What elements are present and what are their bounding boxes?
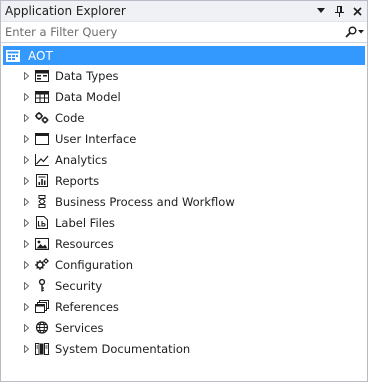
aot-tree: AOT Data Types Data Model Code User Inte…	[1, 43, 367, 359]
close-icon	[352, 6, 362, 16]
filter-query-input[interactable]	[5, 25, 341, 39]
tree-item-label: Analytics	[55, 152, 108, 167]
tree-item-label: Business Process and Workflow	[55, 194, 235, 209]
analytics-icon	[35, 153, 49, 167]
system-documentation-icon	[35, 342, 49, 356]
tree-item-label: Security	[55, 278, 103, 293]
expand-arrow-icon[interactable]	[21, 343, 31, 355]
tree-item-reports[interactable]: Reports	[1, 170, 367, 191]
tree-item-label: Configuration	[55, 257, 133, 272]
tree-item-business-process-and-workflow[interactable]: Business Process and Workflow	[1, 191, 367, 212]
data-types-icon	[35, 69, 49, 83]
label-files-icon	[35, 216, 49, 230]
chevron-down-icon	[317, 8, 325, 13]
expand-arrow-icon[interactable]	[21, 175, 31, 187]
reports-icon	[35, 174, 49, 188]
tree-item-analytics[interactable]: Analytics	[1, 149, 367, 170]
tree-item-label: Data Types	[55, 68, 119, 83]
data-model-icon	[35, 90, 49, 104]
tree-root-label: AOT	[28, 48, 53, 63]
tree-item-label: Resources	[55, 236, 114, 251]
tree-item-label-files[interactable]: Label Files	[1, 212, 367, 233]
security-key-icon	[35, 279, 49, 293]
resources-icon	[35, 237, 49, 251]
title-bar: Application Explorer	[1, 1, 367, 22]
user-interface-icon	[35, 132, 49, 146]
expand-arrow-icon[interactable]	[21, 301, 31, 313]
expand-arrow-icon[interactable]	[21, 70, 31, 82]
chevron-down-icon	[357, 30, 364, 34]
expand-arrow-icon[interactable]	[21, 133, 31, 145]
pin-button[interactable]	[331, 2, 347, 20]
expand-arrow-icon[interactable]	[21, 259, 31, 271]
expand-arrow-icon[interactable]	[21, 112, 31, 124]
pin-icon	[334, 5, 344, 17]
tree-item-data-types[interactable]: Data Types	[1, 65, 367, 86]
tree-item-label: References	[55, 299, 119, 314]
tree-item-label: User Interface	[55, 131, 137, 146]
expand-arrow-icon[interactable]	[21, 196, 31, 208]
filter-bar	[1, 22, 367, 43]
tree-item-security[interactable]: Security	[1, 275, 367, 296]
window-menu-dropdown-button[interactable]	[313, 2, 329, 20]
tree-item-label: Code	[55, 110, 85, 125]
application-explorer-window: Application Explorer Enter a Filter Quer…	[0, 0, 368, 382]
search-icon	[344, 26, 356, 38]
search-button[interactable]	[341, 23, 367, 41]
expand-arrow-icon[interactable]	[21, 238, 31, 250]
expand-arrow-icon[interactable]	[21, 154, 31, 166]
close-button[interactable]	[349, 2, 365, 20]
tree-item-data-model[interactable]: Data Model	[1, 86, 367, 107]
tree-item-label: Services	[55, 320, 104, 335]
configuration-icon	[35, 258, 49, 272]
tree-item-references[interactable]: References	[1, 296, 367, 317]
tree-item-configuration[interactable]: Configuration	[1, 254, 367, 275]
expand-arrow-icon[interactable]	[21, 217, 31, 229]
tree-item-user-interface[interactable]: User Interface	[1, 128, 367, 149]
expand-arrow-icon[interactable]	[21, 91, 31, 103]
expand-arrow-icon[interactable]	[21, 280, 31, 292]
tree-item-code[interactable]: Code	[1, 107, 367, 128]
aot-icon	[6, 49, 22, 63]
tree-item-label: Reports	[55, 173, 100, 188]
tree-item-label: System Documentation	[55, 341, 191, 356]
services-globe-icon	[35, 321, 49, 335]
tree-item-label: Data Model	[55, 89, 121, 104]
tree-root-aot[interactable]: AOT	[3, 46, 365, 65]
tree-item-services[interactable]: Services	[1, 317, 367, 338]
workflow-icon	[35, 195, 49, 209]
window-title: Application Explorer	[5, 4, 126, 18]
expand-arrow-icon[interactable]	[21, 322, 31, 334]
tree-item-system-documentation[interactable]: System Documentation	[1, 338, 367, 359]
code-icon	[35, 111, 49, 125]
tree-item-resources[interactable]: Resources	[1, 233, 367, 254]
tree-item-label: Label Files	[55, 215, 115, 230]
references-icon	[35, 300, 49, 314]
